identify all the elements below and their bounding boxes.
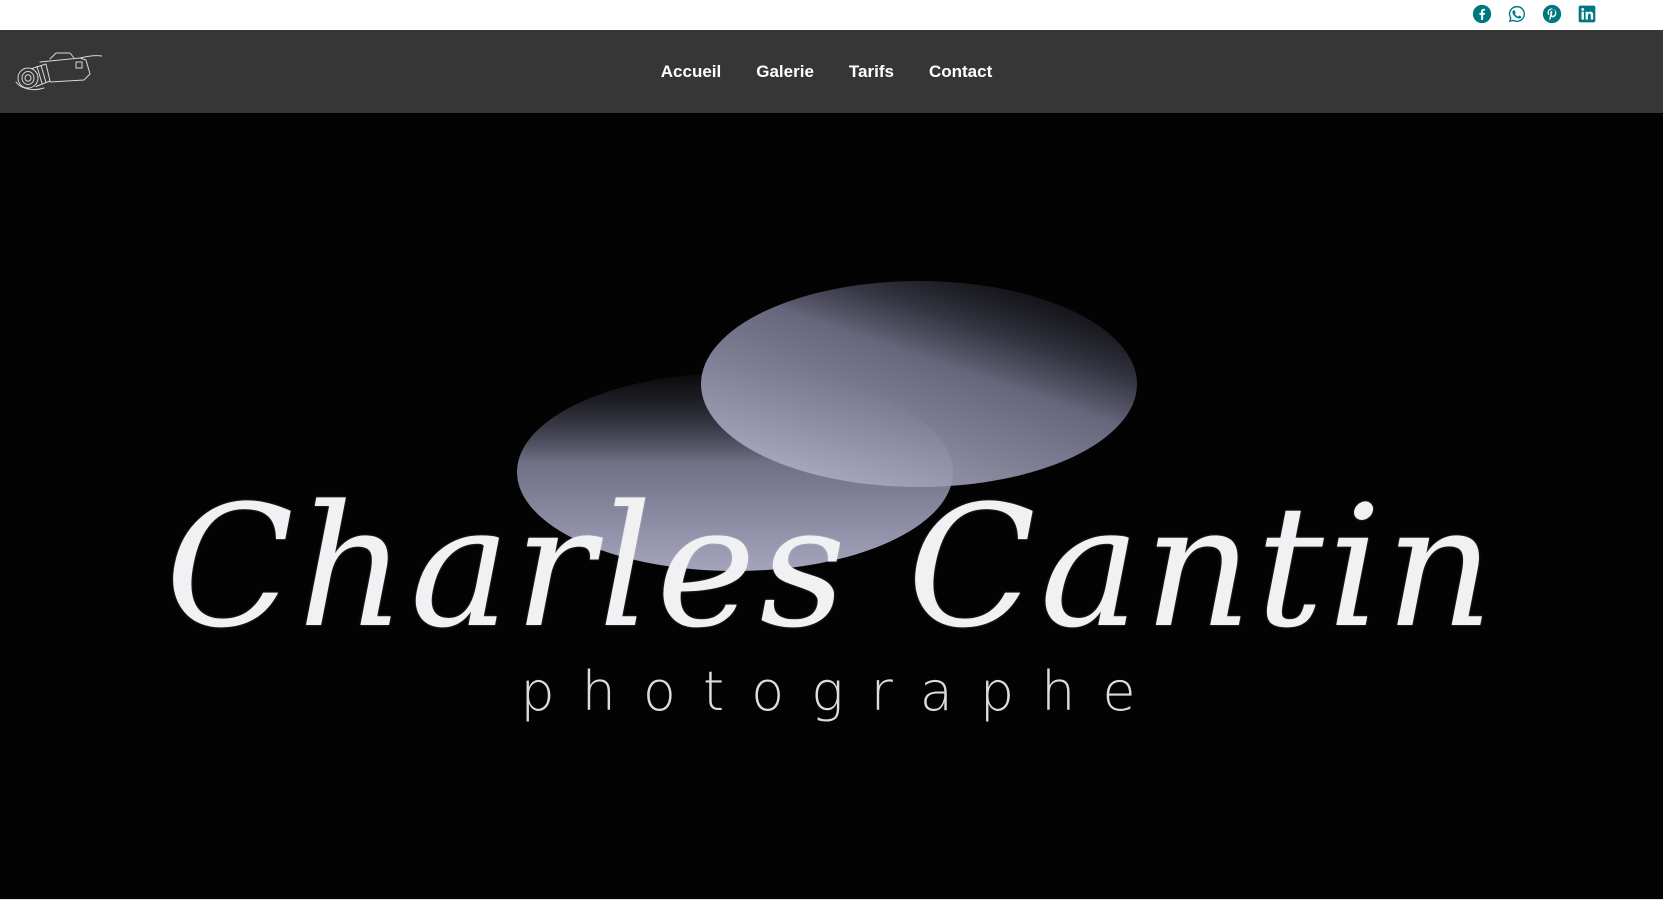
nav-link-accueil[interactable]: Accueil — [661, 62, 721, 82]
main-navbar: Accueil Galerie Tarifs Contact — [0, 30, 1663, 113]
hero-subtitle: photographe — [520, 660, 1163, 723]
nav-link-tarifs[interactable]: Tarifs — [849, 62, 894, 82]
lens-circle-right — [701, 281, 1137, 487]
facebook-icon[interactable] — [1471, 3, 1493, 25]
social-bar — [0, 0, 1663, 30]
nav-link-galerie[interactable]: Galerie — [756, 62, 814, 82]
pinterest-icon[interactable] — [1541, 3, 1563, 25]
hero-banner: Charles Cantin photographe — [0, 113, 1663, 899]
nav-menu: Accueil Galerie Tarifs Contact — [0, 30, 1663, 113]
linkedin-icon[interactable] — [1576, 3, 1598, 25]
nav-link-contact[interactable]: Contact — [929, 62, 992, 82]
hero-title: Charles Cantin — [165, 469, 1498, 665]
whatsapp-icon[interactable] — [1506, 3, 1528, 25]
